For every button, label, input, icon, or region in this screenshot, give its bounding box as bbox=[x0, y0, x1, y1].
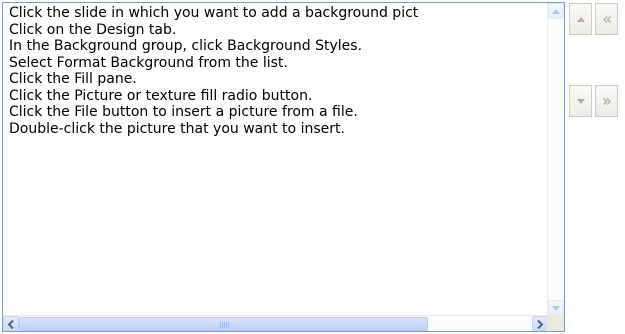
scroll-down-arrow-icon bbox=[552, 305, 560, 311]
triangle-up-icon bbox=[576, 16, 585, 22]
scroll-left-arrow-icon bbox=[8, 319, 14, 329]
list-item[interactable]: In the Background group, click Backgroun… bbox=[9, 38, 548, 55]
move-up-button[interactable] bbox=[569, 3, 592, 35]
move-down-button[interactable] bbox=[569, 85, 592, 117]
scroll-left-button[interactable] bbox=[3, 316, 19, 331]
list-item[interactable]: Click the slide in which you want to add… bbox=[9, 5, 548, 22]
horizontal-scrollbar[interactable] bbox=[3, 315, 548, 331]
scroll-right-arrow-icon bbox=[537, 319, 543, 329]
list-item[interactable]: Click on the Design tab. bbox=[9, 22, 548, 39]
double-chevron-left-icon bbox=[602, 15, 611, 23]
grip-icon bbox=[219, 322, 229, 328]
scroll-down-button[interactable] bbox=[548, 300, 564, 316]
scrollbar-corner bbox=[547, 315, 564, 331]
list-item[interactable]: Click the File button to insert a pictur… bbox=[9, 104, 548, 121]
scroll-up-arrow-icon bbox=[552, 8, 560, 14]
list-item[interactable]: Select Format Background from the list. bbox=[9, 55, 548, 72]
move-bottom-button[interactable] bbox=[595, 85, 618, 117]
list-item[interactable]: Double-click the picture that you want t… bbox=[9, 121, 548, 138]
list-item[interactable]: Click the Picture or texture fill radio … bbox=[9, 88, 548, 105]
triangle-down-icon bbox=[576, 98, 585, 104]
vertical-scrollbar[interactable] bbox=[547, 3, 564, 316]
steps-list: Click the slide in which you want to add… bbox=[3, 3, 548, 316]
move-top-button[interactable] bbox=[595, 3, 618, 35]
steps-list-box[interactable]: Click the slide in which you want to add… bbox=[2, 2, 565, 332]
double-chevron-right-icon bbox=[602, 97, 611, 105]
list-item[interactable]: Click the Fill pane. bbox=[9, 71, 548, 88]
scroll-up-button[interactable] bbox=[548, 3, 564, 19]
scroll-right-button[interactable] bbox=[532, 316, 548, 331]
horizontal-scroll-thumb[interactable] bbox=[19, 317, 428, 331]
